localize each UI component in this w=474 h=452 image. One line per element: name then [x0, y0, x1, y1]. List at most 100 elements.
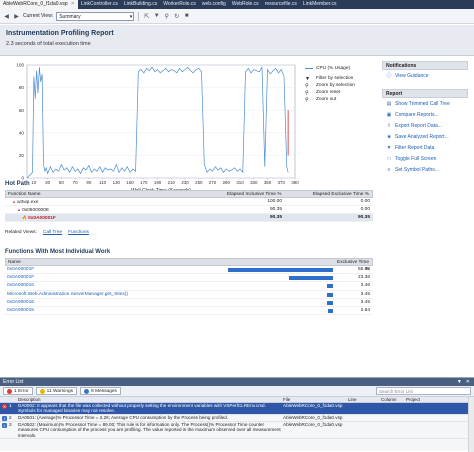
search-icon[interactable]: ⚲: [163, 13, 170, 20]
table-row[interactable]: ▲ w3wp.exe 100.00 0.00: [5, 198, 373, 206]
report-action-5[interactable]: □ Toggle Full Screen: [382, 153, 468, 164]
column-header-icon: [0, 397, 9, 402]
export-icon[interactable]: ⇱: [143, 13, 150, 20]
profiler-toolbar: ◀ ▶ Current View: Summary ▾ ⇱ ▼ ⚲ ↻ ■: [0, 9, 474, 24]
error-row[interactable]: i 2 DA0501: (Average)% Processor Time = 2.…: [0, 415, 474, 422]
report-action-label: Filter Report Data: [395, 144, 435, 151]
bar-track: [155, 274, 335, 281]
function-name-link[interactable]: 0x0A000015: [5, 307, 155, 314]
related-views-label: Related Views:: [5, 230, 37, 235]
info-icon: i: [2, 415, 7, 421]
row-line: [348, 403, 381, 414]
plot-area: [26, 64, 296, 179]
tab-1[interactable]: LinkController.cs: [78, 0, 121, 9]
tab-0[interactable]: AbleWebRCore_0_f1da0.vsp ✕: [0, 0, 78, 9]
messages-filter-button[interactable]: 6 Messages: [80, 387, 121, 395]
zoom-by-selection-action[interactable]: ⚲ Zoom by selection: [305, 82, 355, 89]
function-name-link[interactable]: Microsoft.Web.Administration.ServerManag…: [5, 291, 155, 298]
column-header-project[interactable]: Project: [406, 397, 466, 402]
function-name-cell: ▲ 0x0600000E: [5, 206, 191, 213]
column-header-description[interactable]: Description: [17, 397, 281, 402]
fullscreen-icon: □: [387, 155, 391, 162]
tab-4[interactable]: web.config: [199, 0, 229, 9]
function-name: 0x0A00001F: [28, 216, 56, 221]
report-action-2[interactable]: ⇧ Export Report Data...: [382, 120, 468, 131]
column-header-exclusive-time[interactable]: Exclusive Time %: [334, 259, 372, 272]
row-file: AbleWebRCore_0_f1da0.vsp: [283, 414, 343, 420]
row-icon-cell: i: [0, 415, 9, 421]
close-icon[interactable]: ✕: [466, 378, 470, 386]
tab-2[interactable]: LinkBuilding.cs: [121, 0, 160, 9]
function-name-link[interactable]: 0x0A00001F: [5, 266, 155, 273]
list-item[interactable]: 0x0A00001F 23.36: [5, 274, 373, 283]
list-item[interactable]: 0x0A00001F 55.98: [5, 266, 373, 275]
report-action-4[interactable]: ▼ Filter Report Data: [382, 142, 468, 153]
tab-6[interactable]: resourcefile.cs: [262, 0, 300, 9]
column-header-inclusive[interactable]: Elapsed Inclusive Time %: [191, 191, 285, 197]
report-header: Instrumentation Profiling Report 2.3 sec…: [0, 25, 474, 56]
report-action-6[interactable]: ≡ Set Symbol Paths...: [382, 164, 468, 175]
x-tick-label: 330: [250, 180, 258, 185]
error-row[interactable]: ✕ 1 DA0002: It appears that the file was c…: [0, 403, 474, 415]
tab-3[interactable]: WorkerRole.cs: [160, 0, 199, 9]
report-action-3[interactable]: ■ Save Analyzed Report...: [382, 131, 468, 142]
view-guidance-label: View Guidance: [395, 72, 429, 79]
close-icon[interactable]: ✕: [71, 1, 75, 7]
function-name-link[interactable]: 0x0A000016: [5, 282, 155, 289]
row-file: AbleWebRCore_0_f1da0.vsp: [283, 421, 343, 427]
function-name-link[interactable]: 0x0A00001E: [5, 299, 155, 306]
table-row[interactable]: ▲ 0x0600000E 90.35 0.00: [5, 206, 373, 214]
error-search-input[interactable]: Search Error List: [376, 387, 471, 395]
exclusive-time-cell: 3.45: [360, 299, 370, 305]
errors-filter-button[interactable]: 1 Error: [3, 387, 33, 395]
zoom-out-icon: ⚲: [305, 96, 309, 103]
error-list-scrollbar[interactable]: [468, 397, 474, 452]
filter-by-selection-label: Filter by selection: [316, 76, 354, 81]
call-tree-link[interactable]: Call Tree: [43, 230, 62, 235]
legend-swatch: [305, 68, 313, 69]
current-view-select[interactable]: Summary ▾: [56, 11, 135, 21]
stop-icon[interactable]: ■: [183, 13, 190, 20]
right-panel: Notifications ⓘ View Guidance Report ▤ Sho…: [382, 61, 468, 175]
column-header-name[interactable]: Name: [6, 259, 155, 265]
column-header-file[interactable]: File: [281, 397, 348, 402]
functions-link[interactable]: Functions: [68, 230, 89, 235]
zoom-out-action[interactable]: ⚲ Zoom out: [305, 96, 355, 103]
column-header-exclusive[interactable]: Elapsed Exclusive Time %: [284, 191, 372, 197]
warnings-filter-button[interactable]: 11 Warnings: [35, 387, 78, 395]
tab-label: WorkerRole.cs: [163, 1, 196, 7]
forward-icon[interactable]: ▶: [13, 13, 20, 20]
report-action-0[interactable]: ▤ Show Trimmed Call Tree: [382, 98, 468, 109]
list-item[interactable]: Microsoft.Web.Administration.ServerManag…: [5, 291, 373, 299]
x-tick-label: 50: [59, 180, 64, 185]
error-row[interactable]: i 3 DA0502: (Maximum)% Processor Time = 89…: [0, 421, 474, 440]
zoom-reset-action[interactable]: ⚲ Zoom reset: [305, 89, 355, 96]
back-icon[interactable]: ◀: [3, 13, 10, 20]
report-header-panel: Report: [382, 89, 468, 98]
table-row[interactable]: 🔥 0x0A00001F 90.35 90.35: [5, 214, 373, 222]
pin-icon[interactable]: ▼: [457, 378, 462, 386]
filter-by-selection-action[interactable]: ▼ Filter by selection: [305, 75, 355, 82]
view-guidance-link[interactable]: ⓘ View Guidance: [382, 70, 468, 81]
row-icon-cell: ✕: [0, 403, 9, 414]
tab-5[interactable]: WebRole.cs: [229, 0, 262, 9]
error-list-rows: ✕ 1 DA0002: It appears that the file was c…: [0, 403, 474, 440]
column-header-line[interactable]: Line: [348, 397, 381, 402]
report-action-1[interactable]: ▣ Compare Reports...: [382, 109, 468, 120]
x-tick-label: 370: [278, 180, 286, 185]
list-item[interactable]: 0x0A000016 3.46: [5, 282, 373, 291]
column-header-function-name[interactable]: Function Name: [6, 191, 191, 197]
filter-icon[interactable]: ▼: [153, 13, 160, 20]
list-item[interactable]: 0x0A00001E 3.45: [5, 299, 373, 307]
list-item[interactable]: 0x0A000015 2.84: [5, 307, 373, 316]
x-tick-label: 90: [86, 180, 91, 185]
report-actions: ▤ Show Trimmed Call Tree ▣ Compare Reports.…: [382, 98, 468, 175]
exclusive-time-cell: 3.46: [360, 283, 370, 289]
toolbar-separator: [138, 11, 140, 21]
function-name-link[interactable]: 0x0A00001F: [5, 274, 155, 281]
tab-7[interactable]: LinkMember.cs: [300, 0, 340, 9]
column-header-column[interactable]: Column: [381, 397, 406, 402]
refresh-icon[interactable]: ↻: [173, 13, 180, 20]
row-description: DA0502: (Maximum)% Processor Time = 89.0…: [18, 421, 281, 438]
y-tick-label: 60: [19, 108, 25, 113]
